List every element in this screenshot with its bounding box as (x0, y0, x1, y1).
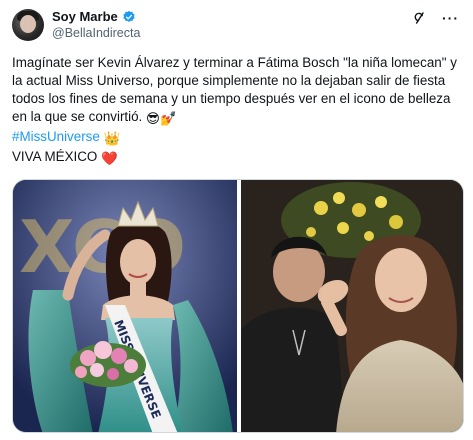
couple-photo-illustration (241, 180, 463, 432)
tweet-card: Soy Marbe @BellaIndirecta ··· Imagínate … (0, 0, 473, 440)
viva-mexico-text: VIVA MÉXICO (12, 149, 98, 164)
verified-badge-icon (123, 10, 135, 22)
hashtag-link[interactable]: #MissUniverse (12, 129, 100, 144)
hashtag-line: #MissUniverse 👑 (12, 128, 464, 148)
avatar-face (20, 15, 36, 33)
author-name-row: Soy Marbe (52, 9, 136, 24)
tweet-body-paragraph: Imagínate ser Kevin Álvarez y terminar a… (12, 54, 464, 128)
media-image-couple[interactable] (241, 180, 463, 432)
author-avatar[interactable] (12, 9, 44, 41)
crown-emoji: 👑 (103, 131, 121, 146)
more-options-icon[interactable]: ··· (442, 11, 459, 25)
viva-line: VIVA MÉXICO ❤️ (12, 148, 464, 168)
cool-nail-emojis: 😎💅 (146, 111, 177, 126)
tweet-body-text: Imagínate ser Kevin Álvarez y terminar a… (12, 55, 457, 124)
top-actions: ··· (412, 10, 459, 26)
grok-icon[interactable] (412, 10, 428, 26)
crowning-photo-illustration: XCO MISS UNIVERSE (13, 180, 237, 432)
media-grid: XCO MISS UNIVERSE (12, 179, 464, 433)
author-handle[interactable]: @BellaIndirecta (52, 26, 140, 40)
heart-emoji: ❤️ (101, 151, 118, 166)
media-image-crowning[interactable]: XCO MISS UNIVERSE (13, 180, 237, 432)
author-display-name[interactable]: Soy Marbe (52, 9, 118, 24)
tweet-text: Imagínate ser Kevin Álvarez y terminar a… (12, 54, 464, 168)
